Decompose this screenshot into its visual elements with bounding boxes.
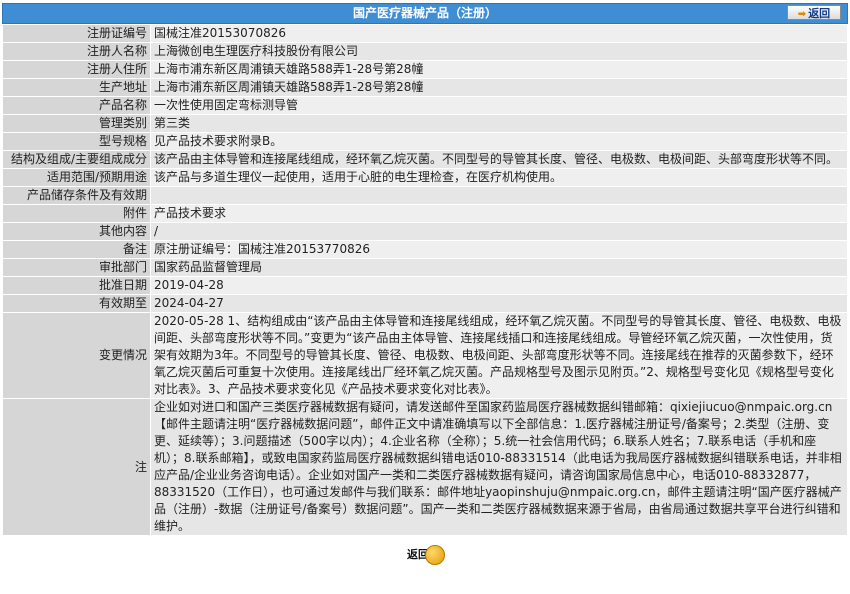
back-circle-icon — [425, 545, 445, 565]
field-label: 产品储存条件及有效期 — [2, 186, 151, 205]
field-value: 第三类 — [150, 114, 848, 133]
table-row: 有效期至 2024-04-27 — [2, 294, 848, 313]
field-label: 适用范围/预期用途 — [2, 168, 151, 187]
table-row: 注企业如对进口和国产三类医疗器械数据有疑问，请发送邮件至国家药监局医疗器械数据纠… — [2, 398, 848, 536]
field-label: 生产地址 — [2, 78, 151, 97]
field-value: 2024-04-27 — [150, 294, 848, 313]
table-row: 生产地址 上海市浦东新区周浦镇天雄路588弄1-28号第28幢 — [2, 78, 848, 97]
field-value: 上海微创电生理医疗科技股份有限公司 — [150, 42, 848, 61]
field-value: 该产品与多道生理仪一起使用，适用于心脏的电生理检查，在医疗机构使用。 — [150, 168, 848, 187]
info-table: 注册证编号 国械注准20153070826 注册人名称 上海微创电生理医疗科技股份有限… — [2, 24, 848, 536]
field-label: 有效期至 — [2, 294, 151, 313]
field-label: 其他内容 — [2, 222, 151, 241]
table-row: 备注 原注册证编号：国械注准20153770826 — [2, 240, 848, 259]
arrow-right-icon: ➡ — [797, 9, 807, 20]
table-row: 适用范围/预期用途 该产品与多道生理仪一起使用，适用于心脏的电生理检查，在医疗机构… — [2, 168, 848, 187]
footer-back-button[interactable]: 返回 — [405, 544, 445, 566]
field-label: 批准日期 — [2, 276, 151, 295]
field-value: 原注册证编号：国械注准20153770826 — [150, 240, 848, 259]
field-label: 附件 — [2, 204, 151, 223]
field-value: 该产品由主体导管和连接尾线组成，经环氧乙烷灭菌。不同型号的导管其长度、管径、电极… — [150, 150, 848, 169]
field-label: 注册证编号 — [2, 24, 151, 43]
field-label: 管理类别 — [2, 114, 151, 133]
field-value: 企业如对进口和国产三类医疗器械数据有疑问，请发送邮件至国家药监局医疗器械数据纠错… — [150, 398, 848, 536]
table-row: 附件 产品技术要求 — [2, 204, 848, 223]
table-row: 其他内容 / — [2, 222, 848, 241]
field-label: 变更情况 — [2, 312, 151, 399]
table-row: 变更情况 2020-05-28 1、结构组成由“该产品由主体导管和连接尾线组成，经… — [2, 312, 848, 399]
table-row: 批准日期 2019-04-28 — [2, 276, 848, 295]
table-row: 管理类别 第三类 — [2, 114, 848, 133]
field-label: 备注 — [2, 240, 151, 259]
field-label: 型号规格 — [2, 132, 151, 151]
table-row: 注册人名称 上海微创电生理医疗科技股份有限公司 — [2, 42, 848, 61]
table-row: 审批部门 国家药品监督管理局 — [2, 258, 848, 277]
field-label: 注册人名称 — [2, 42, 151, 61]
field-value: 产品技术要求 — [150, 204, 848, 223]
field-value: / — [150, 222, 848, 241]
field-label: 审批部门 — [2, 258, 151, 277]
field-value: 见产品技术要求附录B。 — [150, 132, 848, 151]
field-value: 2019-04-28 — [150, 276, 848, 295]
field-value: 上海市浦东新区周浦镇天雄路588弄1-28号第28幢 — [150, 78, 848, 97]
field-value: 国械注准20153070826 — [150, 24, 848, 43]
table-row: 产品名称 一次性使用固定弯标测导管 — [2, 96, 848, 115]
field-value: 上海市浦东新区周浦镇天雄路588弄1-28号第28幢 — [150, 60, 848, 79]
field-label: 注 — [2, 398, 151, 536]
field-label: 结构及组成/主要组成成分 — [2, 150, 151, 169]
panel-header: 国产医疗器械产品（注册） ➡ 返回 — [2, 3, 848, 24]
field-value: 国家药品监督管理局 — [150, 258, 848, 277]
field-value: 2020-05-28 1、结构组成由“该产品由主体导管和连接尾线组成，经环氧乙烷… — [150, 312, 848, 399]
table-row: 注册人住所 上海市浦东新区周浦镇天雄路588弄1-28号第28幢 — [2, 60, 848, 79]
field-label: 产品名称 — [2, 96, 151, 115]
field-value — [150, 186, 848, 205]
table-row: 结构及组成/主要组成成分 该产品由主体导管和连接尾线组成，经环氧乙烷灭菌。不同型号… — [2, 150, 848, 169]
footer: 返回 — [2, 536, 848, 566]
table-row: 型号规格 见产品技术要求附录B。 — [2, 132, 848, 151]
table-row: 注册证编号 国械注准20153070826 — [2, 24, 848, 43]
header-back-label: 返回 — [808, 7, 831, 20]
field-value: 一次性使用固定弯标测导管 — [150, 96, 848, 115]
page-title: 国产医疗器械产品（注册） — [352, 6, 497, 20]
detail-panel: 国产医疗器械产品（注册） ➡ 返回 注册证编号 国械注准20153070826 注册人… — [2, 3, 848, 566]
table-row: 产品储存条件及有效期 — [2, 186, 848, 205]
header-back-button[interactable]: ➡ 返回 — [787, 5, 841, 20]
field-label: 注册人住所 — [2, 60, 151, 79]
